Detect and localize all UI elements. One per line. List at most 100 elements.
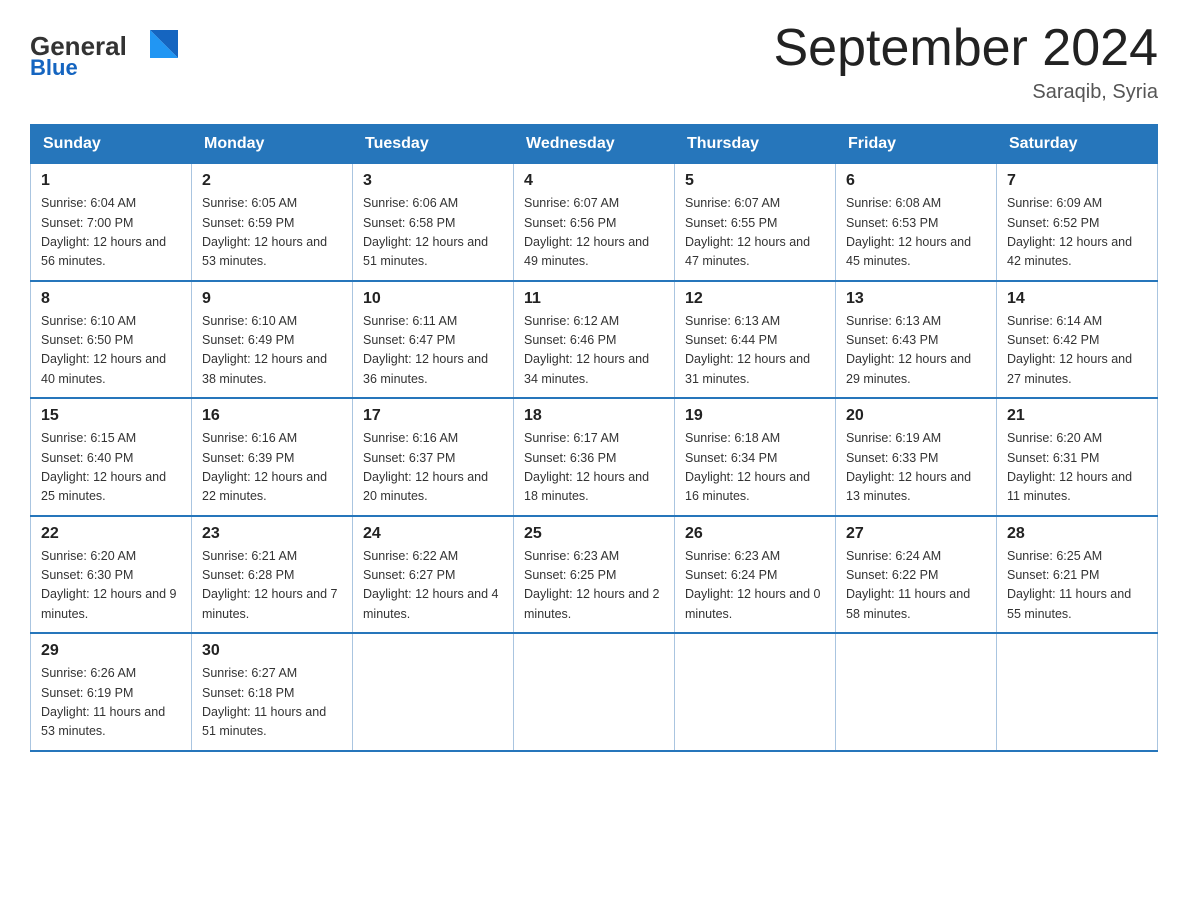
table-row: 1 Sunrise: 6:04 AMSunset: 7:00 PMDayligh… [31,164,192,281]
day-info: Sunrise: 6:12 AMSunset: 6:46 PMDaylight:… [524,312,664,390]
day-number: 13 [846,290,986,308]
day-info: Sunrise: 6:14 AMSunset: 6:42 PMDaylight:… [1007,312,1147,390]
table-row: 5 Sunrise: 6:07 AMSunset: 6:55 PMDayligh… [675,164,836,281]
table-row: 16 Sunrise: 6:16 AMSunset: 6:39 PMDaylig… [192,398,353,516]
day-info: Sunrise: 6:10 AMSunset: 6:50 PMDaylight:… [41,312,181,390]
table-row: 24 Sunrise: 6:22 AMSunset: 6:27 PMDaylig… [353,516,514,634]
calendar-week-row: 8 Sunrise: 6:10 AMSunset: 6:50 PMDayligh… [31,281,1158,399]
col-friday: Friday [836,125,997,164]
day-info: Sunrise: 6:10 AMSunset: 6:49 PMDaylight:… [202,312,342,390]
table-row: 9 Sunrise: 6:10 AMSunset: 6:49 PMDayligh… [192,281,353,399]
day-info: Sunrise: 6:11 AMSunset: 6:47 PMDaylight:… [363,312,503,390]
calendar-week-row: 1 Sunrise: 6:04 AMSunset: 7:00 PMDayligh… [31,164,1158,281]
day-info: Sunrise: 6:23 AMSunset: 6:25 PMDaylight:… [524,547,664,625]
day-number: 26 [685,525,825,543]
day-number: 11 [524,290,664,308]
col-thursday: Thursday [675,125,836,164]
day-number: 22 [41,525,181,543]
table-row: 13 Sunrise: 6:13 AMSunset: 6:43 PMDaylig… [836,281,997,399]
table-row [997,633,1158,751]
table-row: 22 Sunrise: 6:20 AMSunset: 6:30 PMDaylig… [31,516,192,634]
day-number: 25 [524,525,664,543]
day-info: Sunrise: 6:05 AMSunset: 6:59 PMDaylight:… [202,194,342,272]
calendar-week-row: 29 Sunrise: 6:26 AMSunset: 6:19 PMDaylig… [31,633,1158,751]
day-info: Sunrise: 6:26 AMSunset: 6:19 PMDaylight:… [41,664,181,742]
day-info: Sunrise: 6:13 AMSunset: 6:43 PMDaylight:… [846,312,986,390]
day-number: 17 [363,407,503,425]
calendar-week-row: 15 Sunrise: 6:15 AMSunset: 6:40 PMDaylig… [31,398,1158,516]
logo-text: General Blue [30,20,190,85]
day-info: Sunrise: 6:16 AMSunset: 6:37 PMDaylight:… [363,429,503,507]
day-info: Sunrise: 6:04 AMSunset: 7:00 PMDaylight:… [41,194,181,272]
col-saturday: Saturday [997,125,1158,164]
table-row: 6 Sunrise: 6:08 AMSunset: 6:53 PMDayligh… [836,164,997,281]
day-number: 16 [202,407,342,425]
title-section: September 2024 Saraqib, Syria [774,20,1159,104]
table-row [675,633,836,751]
day-number: 9 [202,290,342,308]
table-row: 12 Sunrise: 6:13 AMSunset: 6:44 PMDaylig… [675,281,836,399]
day-info: Sunrise: 6:17 AMSunset: 6:36 PMDaylight:… [524,429,664,507]
table-row: 21 Sunrise: 6:20 AMSunset: 6:31 PMDaylig… [997,398,1158,516]
table-row [514,633,675,751]
day-number: 3 [363,172,503,190]
day-info: Sunrise: 6:07 AMSunset: 6:56 PMDaylight:… [524,194,664,272]
day-number: 5 [685,172,825,190]
calendar-table: Sunday Monday Tuesday Wednesday Thursday… [30,124,1158,752]
day-number: 23 [202,525,342,543]
col-tuesday: Tuesday [353,125,514,164]
col-sunday: Sunday [31,125,192,164]
svg-text:Blue: Blue [30,55,78,80]
day-info: Sunrise: 6:09 AMSunset: 6:52 PMDaylight:… [1007,194,1147,272]
day-info: Sunrise: 6:08 AMSunset: 6:53 PMDaylight:… [846,194,986,272]
day-info: Sunrise: 6:25 AMSunset: 6:21 PMDaylight:… [1007,547,1147,625]
day-info: Sunrise: 6:24 AMSunset: 6:22 PMDaylight:… [846,547,986,625]
day-number: 21 [1007,407,1147,425]
day-number: 20 [846,407,986,425]
day-number: 10 [363,290,503,308]
table-row: 19 Sunrise: 6:18 AMSunset: 6:34 PMDaylig… [675,398,836,516]
day-info: Sunrise: 6:15 AMSunset: 6:40 PMDaylight:… [41,429,181,507]
day-info: Sunrise: 6:23 AMSunset: 6:24 PMDaylight:… [685,547,825,625]
table-row: 29 Sunrise: 6:26 AMSunset: 6:19 PMDaylig… [31,633,192,751]
day-info: Sunrise: 6:07 AMSunset: 6:55 PMDaylight:… [685,194,825,272]
day-number: 24 [363,525,503,543]
table-row: 28 Sunrise: 6:25 AMSunset: 6:21 PMDaylig… [997,516,1158,634]
location: Saraqib, Syria [774,81,1159,104]
calendar-week-row: 22 Sunrise: 6:20 AMSunset: 6:30 PMDaylig… [31,516,1158,634]
day-info: Sunrise: 6:21 AMSunset: 6:28 PMDaylight:… [202,547,342,625]
month-title: September 2024 [774,20,1159,77]
table-row: 27 Sunrise: 6:24 AMSunset: 6:22 PMDaylig… [836,516,997,634]
day-number: 12 [685,290,825,308]
calendar-header-row: Sunday Monday Tuesday Wednesday Thursday… [31,125,1158,164]
day-number: 18 [524,407,664,425]
day-number: 4 [524,172,664,190]
table-row [836,633,997,751]
table-row: 25 Sunrise: 6:23 AMSunset: 6:25 PMDaylig… [514,516,675,634]
table-row: 30 Sunrise: 6:27 AMSunset: 6:18 PMDaylig… [192,633,353,751]
day-number: 1 [41,172,181,190]
day-info: Sunrise: 6:18 AMSunset: 6:34 PMDaylight:… [685,429,825,507]
table-row: 18 Sunrise: 6:17 AMSunset: 6:36 PMDaylig… [514,398,675,516]
table-row: 8 Sunrise: 6:10 AMSunset: 6:50 PMDayligh… [31,281,192,399]
table-row: 15 Sunrise: 6:15 AMSunset: 6:40 PMDaylig… [31,398,192,516]
day-number: 14 [1007,290,1147,308]
day-number: 28 [1007,525,1147,543]
table-row: 17 Sunrise: 6:16 AMSunset: 6:37 PMDaylig… [353,398,514,516]
day-info: Sunrise: 6:19 AMSunset: 6:33 PMDaylight:… [846,429,986,507]
day-info: Sunrise: 6:20 AMSunset: 6:31 PMDaylight:… [1007,429,1147,507]
logo: General Blue [30,20,190,85]
page-header: General Blue September 2024 Saraqib, Syr… [30,20,1158,104]
table-row: 4 Sunrise: 6:07 AMSunset: 6:56 PMDayligh… [514,164,675,281]
day-info: Sunrise: 6:16 AMSunset: 6:39 PMDaylight:… [202,429,342,507]
table-row: 10 Sunrise: 6:11 AMSunset: 6:47 PMDaylig… [353,281,514,399]
table-row: 14 Sunrise: 6:14 AMSunset: 6:42 PMDaylig… [997,281,1158,399]
day-number: 15 [41,407,181,425]
day-info: Sunrise: 6:22 AMSunset: 6:27 PMDaylight:… [363,547,503,625]
day-number: 27 [846,525,986,543]
table-row: 3 Sunrise: 6:06 AMSunset: 6:58 PMDayligh… [353,164,514,281]
day-info: Sunrise: 6:13 AMSunset: 6:44 PMDaylight:… [685,312,825,390]
day-number: 2 [202,172,342,190]
day-number: 6 [846,172,986,190]
table-row: 23 Sunrise: 6:21 AMSunset: 6:28 PMDaylig… [192,516,353,634]
